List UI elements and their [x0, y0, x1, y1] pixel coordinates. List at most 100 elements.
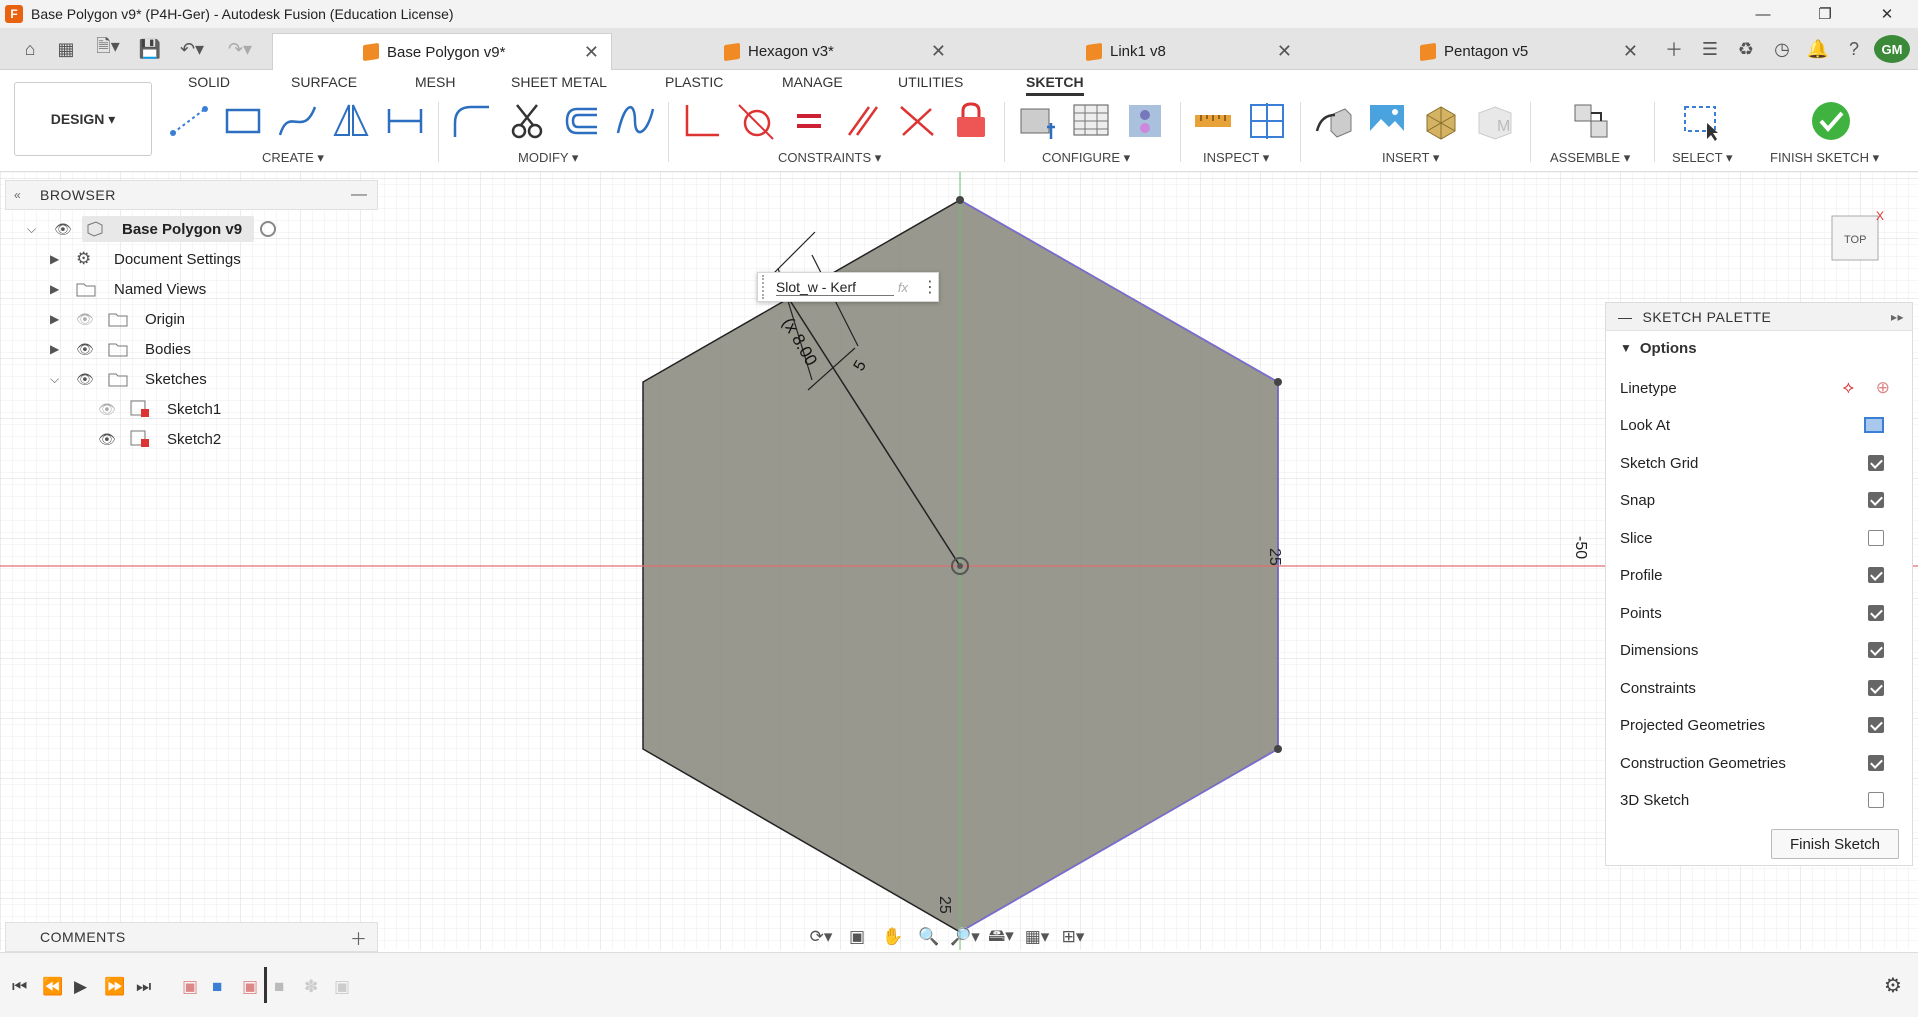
browser-item-sketch1[interactable]: 👁 Sketch1	[0, 395, 300, 423]
drag-handle[interactable]	[762, 275, 766, 299]
modify-group-label[interactable]: MODIFY ▾	[518, 150, 578, 166]
timeline-sketch3-icon[interactable]: ▣	[334, 977, 350, 997]
browser-item-origin[interactable]: ▶ 👁 Origin	[0, 305, 300, 333]
configure-group-label[interactable]: CONFIGURE ▾	[1042, 150, 1130, 166]
tab-sketch[interactable]: SKETCH	[1026, 74, 1084, 96]
trim-tool-icon[interactable]	[506, 100, 548, 142]
step-forward-icon[interactable]: ⏩	[104, 977, 125, 997]
tab-solid[interactable]: SOLID	[188, 74, 230, 90]
workspace-switcher-button[interactable]: DESIGN ▾	[14, 82, 152, 156]
activate-radio-icon[interactable]	[260, 221, 276, 237]
select-group-label[interactable]: SELECT ▾	[1672, 150, 1732, 166]
insert-derive-icon[interactable]	[1312, 100, 1354, 142]
undo-icon[interactable]: ↶▾	[172, 34, 212, 64]
profile-checkbox[interactable]	[1868, 567, 1884, 583]
file-menu-icon[interactable]: 🗎▾	[88, 34, 128, 64]
zoom-icon[interactable]: 🔍	[914, 927, 944, 947]
browser-item-document-settings[interactable]: ▶ ⚙ Document Settings	[0, 245, 300, 273]
tab-surface[interactable]: SURFACE	[291, 74, 357, 90]
tab-close-icon[interactable]: ✕	[584, 42, 599, 63]
slice-checkbox[interactable]	[1868, 530, 1884, 546]
fit-icon[interactable]: 🔎▾	[950, 927, 980, 947]
projected-geometries-checkbox[interactable]	[1868, 717, 1884, 733]
spline-tool-icon[interactable]	[276, 100, 318, 142]
parallel-constraint-icon[interactable]	[842, 100, 884, 142]
timeline-marker[interactable]	[264, 967, 267, 1003]
tab-plastic[interactable]: PLASTIC	[665, 74, 723, 90]
insert-canvas-image-icon[interactable]	[1366, 100, 1408, 142]
eye-hidden-icon[interactable]: 👁	[76, 311, 94, 328]
go-to-start-icon[interactable]: ⏮	[12, 977, 27, 997]
eye-icon[interactable]: 👁	[76, 371, 94, 388]
tangent-constraint-icon[interactable]	[734, 100, 776, 142]
offset-tool-icon[interactable]	[560, 100, 602, 142]
tab-close-icon[interactable]: ✕	[931, 41, 946, 62]
timeline-sketch2-icon[interactable]: ▣	[242, 977, 258, 997]
view-cube[interactable]: TOP X Z	[1828, 209, 1884, 279]
new-tab-icon[interactable]: ＋	[1656, 36, 1692, 62]
eye-icon[interactable]: 👁	[76, 341, 94, 358]
rectangle-tool-icon[interactable]	[222, 100, 264, 142]
chevron-down-icon[interactable]: ⌵	[27, 222, 36, 237]
configure-rules-icon[interactable]	[1124, 100, 1166, 142]
configure-table-icon[interactable]	[1016, 100, 1058, 142]
grid-settings-icon[interactable]: ▦▾	[1022, 927, 1052, 947]
chevron-right-icon[interactable]: ▶	[50, 252, 59, 266]
insert-group-label[interactable]: INSERT ▾	[1382, 150, 1439, 166]
eye-icon[interactable]: 👁	[54, 221, 72, 238]
tab-sheet-metal[interactable]: SHEET METAL	[511, 74, 607, 90]
points-checkbox[interactable]	[1868, 605, 1884, 621]
section-analysis-icon[interactable]	[1246, 100, 1288, 142]
finish-sketch-check-icon[interactable]	[1810, 100, 1852, 142]
assemble-group-label[interactable]: ASSEMBLE ▾	[1550, 150, 1630, 166]
expand-palette-icon[interactable]: ▸▸	[1891, 310, 1904, 324]
timeline-sketch-icon[interactable]: ▣	[182, 977, 198, 997]
play-icon[interactable]: ▶	[74, 977, 87, 997]
line-tool-icon[interactable]	[168, 100, 210, 142]
user-avatar[interactable]: GM	[1874, 35, 1910, 63]
step-back-icon[interactable]: ⏪	[42, 977, 63, 997]
finish-sketch-button[interactable]: Finish Sketch	[1771, 829, 1899, 859]
eye-icon[interactable]: 👁	[98, 431, 116, 448]
curve-tool-icon[interactable]	[614, 100, 656, 142]
job-status-icon[interactable]: ◷	[1764, 39, 1800, 60]
fx-icon[interactable]: fx	[898, 280, 908, 295]
construction-linetype-icon[interactable]: ⟡	[1843, 378, 1854, 398]
assemble-joint-icon[interactable]	[1570, 100, 1612, 142]
minimize-panel-icon[interactable]: —	[351, 186, 367, 204]
browser-item-bodies[interactable]: ▶ 👁 Bodies	[0, 335, 300, 363]
collapse-panel-icon[interactable]: «	[14, 188, 21, 202]
constraints-checkbox[interactable]	[1868, 680, 1884, 696]
chevron-right-icon[interactable]: ▶	[50, 312, 59, 326]
chevron-down-icon[interactable]: ▼	[1620, 341, 1632, 355]
timeline-feature-icon[interactable]: ■	[274, 977, 284, 997]
dimension-tool-icon[interactable]	[384, 100, 426, 142]
fillet-tool-icon[interactable]	[450, 100, 492, 142]
display-settings-icon[interactable]: 🖴▾	[986, 923, 1016, 952]
look-at-icon[interactable]	[1864, 417, 1884, 433]
tab-utilities[interactable]: UTILITIES	[898, 74, 963, 90]
restore-icon[interactable]: ❐	[1794, 0, 1856, 28]
tab-mesh[interactable]: MESH	[415, 74, 455, 90]
configuration-grid-icon[interactable]	[1070, 100, 1112, 142]
browser-root-item[interactable]: ⌵ 👁 Base Polygon v9	[0, 215, 300, 243]
chevron-right-icon[interactable]: ▶	[50, 342, 59, 356]
perpendicular-constraint-icon[interactable]	[896, 100, 938, 142]
viewports-icon[interactable]: ⊞▾	[1058, 927, 1088, 947]
pan-icon[interactable]: ✋	[878, 927, 908, 947]
data-panel-icon[interactable]: ☰	[1692, 39, 1728, 60]
constraints-group-label[interactable]: CONSTRAINTS ▾	[778, 150, 881, 166]
measure-tool-icon[interactable]	[1192, 100, 1234, 142]
chevron-down-icon[interactable]: ⌵	[50, 372, 59, 387]
timeline-extrude-icon[interactable]: ■	[212, 977, 222, 997]
notifications-icon[interactable]: 🔔	[1800, 39, 1836, 60]
centerline-linetype-icon[interactable]: ⊕	[1876, 378, 1890, 398]
inspect-group-label[interactable]: INSPECT ▾	[1203, 150, 1269, 166]
extensions-icon[interactable]: ♻	[1728, 39, 1764, 60]
sketch-grid-checkbox[interactable]	[1868, 455, 1884, 471]
timeline-pattern-icon[interactable]: ✽	[304, 977, 318, 997]
select-window-icon[interactable]	[1680, 100, 1722, 142]
snap-checkbox[interactable]	[1868, 492, 1884, 508]
construction-geometries-checkbox[interactable]	[1868, 755, 1884, 771]
gear-icon[interactable]: ⚙	[1884, 973, 1902, 998]
